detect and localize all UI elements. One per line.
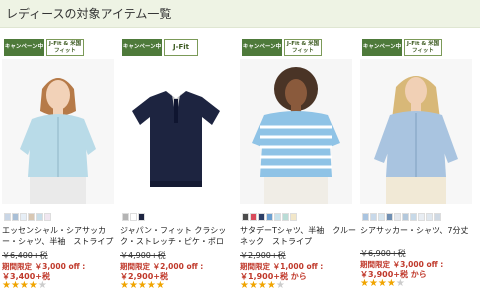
product-image[interactable] (2, 59, 114, 204)
product-image[interactable] (120, 59, 232, 204)
product-name[interactable]: サタデーTシャツ、半袖 クルー ネック ストライプ (240, 225, 357, 247)
section-title: レディースの対象アイテム一覧 (6, 7, 172, 21)
color-swatch[interactable] (138, 213, 145, 221)
product-name-line[interactable]: ク・ストレッチ・ピケ・ポロ (120, 236, 237, 247)
fit-badge: J-Fit & 米国フィット (284, 39, 322, 56)
rating-stars: ★★★★★ (120, 280, 165, 291)
color-swatch[interactable] (20, 213, 27, 221)
color-swatch[interactable] (290, 213, 297, 221)
product-image[interactable] (240, 59, 352, 204)
campaign-badge: キャンペーン中 (4, 39, 44, 56)
color-swatch[interactable] (370, 213, 377, 221)
color-swatch[interactable] (258, 213, 265, 221)
color-swatch[interactable] (36, 213, 43, 221)
fit-badge: J-Fit (164, 39, 198, 56)
color-swatch[interactable] (4, 213, 11, 221)
original-price: ￥6,900+税 (360, 249, 406, 258)
color-swatch[interactable] (410, 213, 417, 221)
color-swatch[interactable] (242, 213, 249, 221)
original-price: ￥4,900+税 (120, 251, 166, 260)
product-name-line[interactable]: シアサッカー・シャツ、7分丈 (360, 225, 477, 236)
campaign-badge: キャンペーン中 (122, 39, 162, 56)
fit-badge: J-Fit & 米国フィット (404, 39, 442, 56)
color-swatch[interactable] (434, 213, 441, 221)
rating-stars: ★★★★★ (2, 280, 47, 291)
color-swatch[interactable] (418, 213, 425, 221)
product-name-line[interactable]: ー・シャツ、半袖 ストライプ (2, 236, 119, 247)
color-swatch[interactable] (386, 213, 393, 221)
color-swatch[interactable] (44, 213, 51, 221)
color-swatch[interactable] (402, 213, 409, 221)
color-swatch[interactable] (28, 213, 35, 221)
color-swatch[interactable] (266, 213, 273, 221)
product-name[interactable]: シアサッカー・シャツ、7分丈 (360, 225, 477, 236)
campaign-badge: キャンペーン中 (362, 39, 402, 56)
color-swatches[interactable] (122, 213, 146, 222)
product-card[interactable]: キャンペーン中 J-Fit & 米国フィット エッセンシャル・シアサッカ ー・シ… (2, 27, 122, 291)
product-name[interactable]: エッセンシャル・シアサッカ ー・シャツ、半袖 ストライプ (2, 225, 119, 247)
product-name-line[interactable]: サタデーTシャツ、半袖 クルー (240, 225, 357, 236)
color-swatches[interactable] (4, 213, 52, 222)
color-swatch[interactable] (426, 213, 433, 221)
fit-badge: J-Fit & 米国フィット (46, 39, 84, 56)
color-swatch[interactable] (362, 213, 369, 221)
product-name[interactable]: ジャパン・フィット クラシッ ク・ストレッチ・ピケ・ポロ (120, 225, 237, 247)
color-swatch[interactable] (394, 213, 401, 221)
color-swatches[interactable] (242, 213, 298, 222)
product-card[interactable]: キャンペーン中 J-Fit & 米国フィット シアサッカー・シャツ、7分丈 ￥6… (360, 27, 480, 289)
campaign-badge: キャンペーン中 (242, 39, 282, 56)
color-swatch[interactable] (250, 213, 257, 221)
color-swatch[interactable] (12, 213, 19, 221)
product-card[interactable]: キャンペーン中 J-Fit & 米国フィット サタデーTシャツ、半袖 クルー ネ… (240, 27, 360, 291)
color-swatch[interactable] (378, 213, 385, 221)
product-name-line[interactable]: ネック ストライプ (240, 236, 357, 247)
original-price: ￥2,900+税 (240, 251, 286, 260)
color-swatch[interactable] (282, 213, 289, 221)
product-name-line[interactable]: ジャパン・フィット クラシッ (120, 225, 237, 236)
original-price: ￥6,400+税 (2, 251, 48, 260)
color-swatch[interactable] (274, 213, 281, 221)
product-name-line[interactable]: エッセンシャル・シアサッカ (2, 225, 119, 236)
color-swatch[interactable] (122, 213, 129, 221)
section-header: レディースの対象アイテム一覧 (0, 0, 480, 28)
color-swatch[interactable] (130, 213, 137, 221)
color-swatches[interactable] (362, 213, 442, 222)
product-image[interactable] (360, 59, 472, 204)
rating-stars: ★★★★★ (240, 280, 285, 291)
product-card[interactable]: キャンペーン中 J-Fit ジャパン・フィット クラシッ ク・ストレッチ・ピケ・… (120, 27, 240, 291)
